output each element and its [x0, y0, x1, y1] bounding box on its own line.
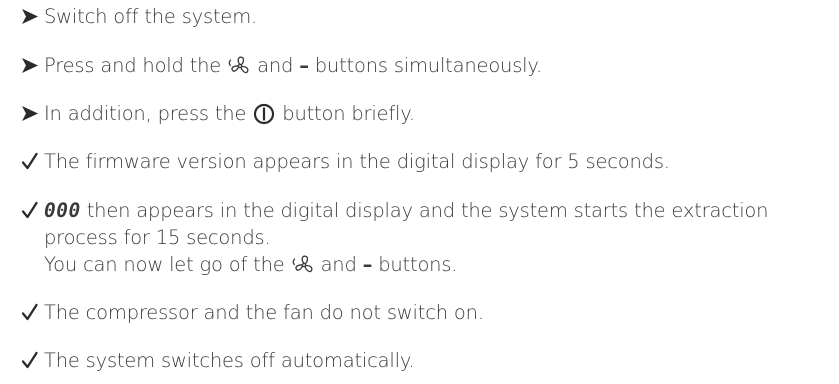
step-text: 000 then appears in the digital display … — [44, 199, 769, 276]
check-bullet-icon — [21, 152, 38, 170]
fan-icon — [228, 56, 249, 74]
step-text: The compressor and the fan do not switch… — [44, 301, 484, 324]
check-bullet-icon — [21, 351, 38, 369]
result-step: 000 then appears in the digital display … — [20, 197, 835, 278]
step-text: In addition, press the button briefly. — [44, 102, 415, 125]
arrow-bullet-icon — [22, 9, 38, 24]
step-text: Switch off the system. — [44, 5, 258, 28]
step-text: The system switches off automatically. — [44, 349, 415, 372]
step-text: Press and hold the and – buttons simulta… — [44, 54, 542, 77]
arrow-bullet-icon — [22, 106, 38, 121]
fan-icon — [292, 255, 313, 273]
step-text: The firmware version appears in the digi… — [44, 150, 670, 173]
instruction-list: Switch off the system. Press and hold th… — [0, 0, 839, 384]
check-bullet-icon — [21, 201, 38, 219]
check-bullet-icon — [21, 303, 38, 321]
display-digits: 000 — [44, 199, 81, 222]
arrow-bullet-icon — [22, 58, 38, 73]
power-icon — [254, 103, 275, 125]
